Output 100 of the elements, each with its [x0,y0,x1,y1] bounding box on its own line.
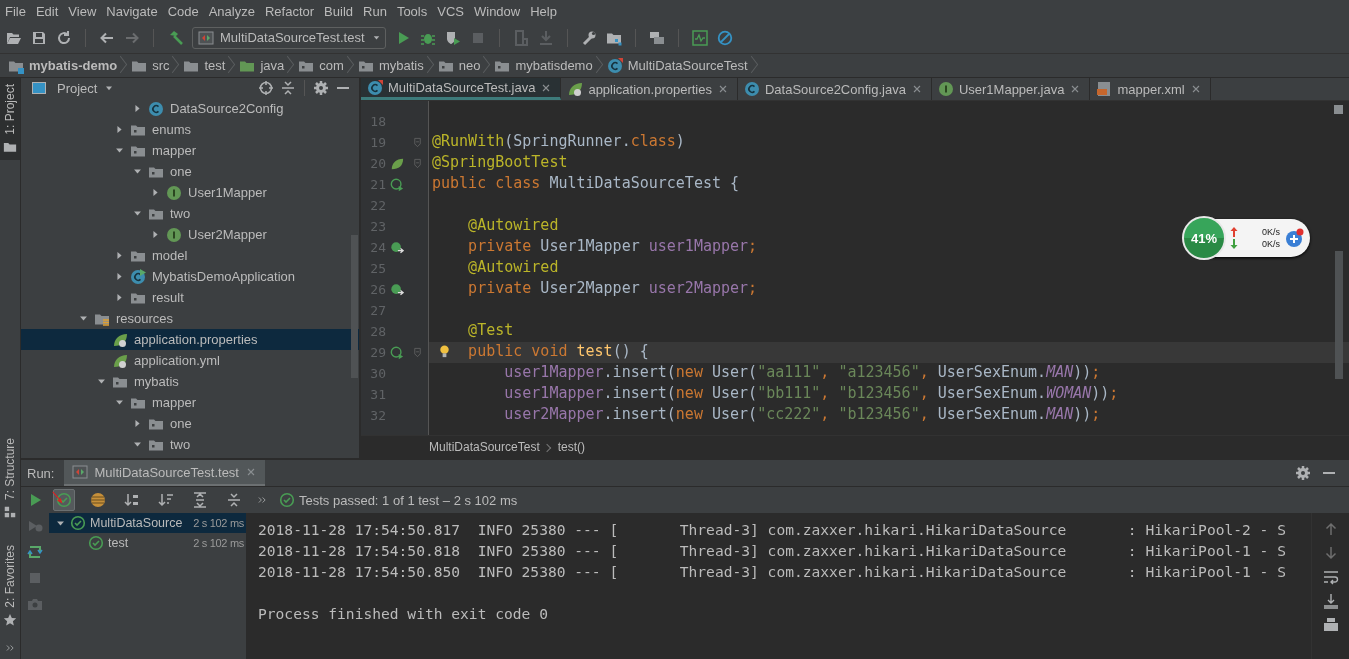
breadcrumb-item[interactable]: mybatisdemo [492,53,605,78]
code-line: @Test [467,321,514,341]
editor-tab[interactable]: application.properties [561,78,738,100]
refresh-icon[interactable] [56,29,72,46]
tree-arrow-icon[interactable] [150,229,161,240]
tree-item[interactable]: application.yml [21,350,359,371]
breadcrumb-item[interactable]: MultiDataSourceTest [429,440,554,454]
cycle-icon[interactable] [27,544,43,560]
tree-item[interactable]: mapper [21,392,359,413]
tree-arrow-icon[interactable] [132,103,143,114]
menu-item[interactable]: Window [468,3,526,19]
tree-arrow-icon[interactable] [96,376,107,387]
block-icon[interactable] [717,29,733,46]
soft-wrap-icon[interactable] [1322,569,1339,585]
breadcrumb-item[interactable]: MultiDataSourceTest [604,53,760,78]
test-tree-item[interactable]: test 2 s 102 ms [49,533,246,553]
print-icon[interactable] [1322,617,1339,633]
breadcrumb-item[interactable]: com [296,53,356,78]
menu-item[interactable]: Code [162,3,204,19]
tree-arrow-icon[interactable] [114,124,125,135]
breadcrumb-item[interactable]: java [237,53,297,78]
tree-arrow-icon[interactable] [132,439,143,450]
tree-arrow-icon[interactable] [132,418,143,429]
editor-tab[interactable]: MultiDataSourceTest.java [361,78,562,100]
scrollbar[interactable] [1335,251,1343,379]
run-configuration-dropdown[interactable]: MultiDataSourceTest.test [192,26,386,49]
tree-item[interactable]: two [21,434,359,455]
tree-arrow-icon[interactable] [114,292,125,303]
tree-item[interactable]: model [21,245,359,266]
tree-arrow-icon[interactable] [114,145,125,156]
tree-arrow-icon[interactable] [114,271,125,282]
menu-item[interactable]: Analyze [203,3,260,19]
test-tree-item[interactable]: MultiDataSource 2 s 102 ms [49,513,246,533]
close-icon[interactable] [717,83,729,95]
run-gutter-icon[interactable] [390,345,404,360]
tool-window-tab[interactable]: 2: Favorites [0,539,20,633]
tree-item[interactable]: one [21,413,359,434]
run-tab[interactable]: MultiDataSourceTest.test [64,460,265,486]
tree-item[interactable]: application.properties [21,329,359,350]
scroll-to-end-icon[interactable] [1322,593,1339,609]
code-line: @RunWith(SpringRunner.class) [431,132,685,152]
breadcrumb-item[interactable]: test() [557,440,600,454]
navigate-icon[interactable] [390,282,404,297]
tree-arrow-icon[interactable] [132,208,143,219]
breadcrumb-item[interactable]: mybatis [355,53,436,78]
menu-item[interactable]: Tools [391,3,433,19]
tree-item[interactable]: mapper [21,140,359,161]
tree-item[interactable]: MybatisDemoApplication [21,266,359,287]
bulb-icon[interactable] [437,344,452,359]
menu-item[interactable]: Navigate [101,3,163,19]
navigate-icon[interactable] [390,240,404,255]
menu-item[interactable]: Run [358,3,392,19]
wrench-icon[interactable] [581,29,597,46]
code-line: public class MultiDataSourceTest { [431,174,740,194]
breadcrumb-item[interactable]: src [129,53,182,78]
editor-tab[interactable]: User1Mapper.java [931,78,1091,100]
editor-tab[interactable]: DataSource2Config.java [738,78,932,100]
tree-item[interactable]: resources [21,308,359,329]
stack-icon[interactable] [649,29,665,46]
tree-item[interactable]: result [21,287,359,308]
tree-item[interactable]: DataSource2Config [21,98,359,119]
save-icon[interactable] [31,29,47,46]
tree-item[interactable]: one [21,161,359,182]
scrollbar[interactable] [351,235,358,378]
menu-item[interactable]: Build [319,3,358,19]
coverage-icon[interactable] [445,29,461,46]
tool-window-tab[interactable]: 7: Structure [0,432,20,526]
breadcrumb-item[interactable]: test [181,53,238,78]
tree-arrow-icon[interactable] [78,313,89,324]
tree-item[interactable]: enums [21,119,359,140]
run-gutter-icon[interactable] [390,177,404,192]
tool-window-tab[interactable]: 1: Project [0,78,20,160]
collapse-icon[interactable] [280,80,296,96]
menu-item[interactable]: Refactor [259,3,320,19]
breadcrumb-item[interactable]: neo [435,53,493,78]
plus-icon[interactable] [1284,228,1304,248]
locate-icon[interactable] [258,80,274,96]
tree-arrow-icon[interactable] [132,166,143,177]
leaf-icon[interactable] [390,156,404,171]
tree-arrow-icon[interactable] [114,397,125,408]
breadcrumb-item[interactable]: mybatis-demo [6,53,130,78]
tree-arrow-icon[interactable] [114,250,125,261]
menu-item[interactable]: Edit [30,3,64,19]
settings-icon[interactable] [313,80,329,96]
more-icon[interactable] [5,643,15,653]
tree-item[interactable]: two [21,203,359,224]
menu-item[interactable]: View [63,3,102,19]
monitor-icon[interactable] [692,29,708,46]
panel-title[interactable]: Project [57,80,98,96]
tree-item[interactable]: User1Mapper [21,182,359,203]
menu-item[interactable]: Help [525,3,562,19]
up-arrow-icon [1230,227,1238,237]
tree-arrow-icon[interactable] [150,187,161,198]
more-icon[interactable] [257,495,267,505]
settings-icon[interactable] [1295,465,1311,481]
menu-item[interactable]: VCS [432,3,469,19]
editor-tab[interactable]: mapper.xml [1090,78,1211,100]
menu-item[interactable]: File [0,3,31,19]
tree-item[interactable]: mybatis [21,371,359,392]
tree-item[interactable]: User2Mapper [21,224,359,245]
